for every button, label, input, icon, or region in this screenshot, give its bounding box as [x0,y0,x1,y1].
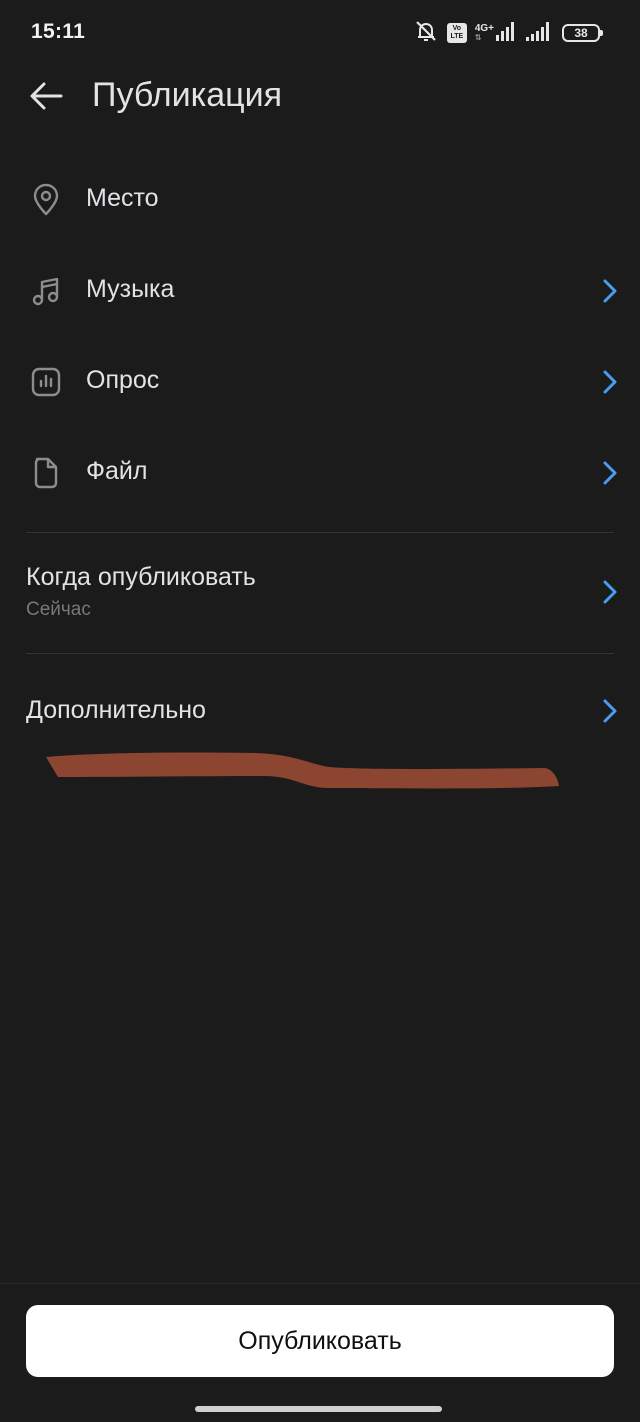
bottom-divider [0,1283,640,1284]
network-type-label: 4G+ ⇅ [474,23,494,43]
advanced-row[interactable]: Дополнительно [0,672,640,752]
option-file-label: Файл [86,457,148,485]
signal-strength-icon-2 [526,21,554,46]
file-icon [26,453,66,493]
chevron-right-icon [602,697,618,725]
volte-badge: Vo LTE [446,23,467,43]
location-pin-icon [26,180,66,220]
header: Публикация [0,66,640,130]
battery-icon: 38 [562,24,603,42]
status-icons: Vo LTE 4G+ ⇅ 38 [413,19,603,48]
option-poll-label: Опрос [86,366,160,394]
back-button[interactable] [24,78,68,118]
status-bar: 15:11 Vo LTE 4G+ ⇅ 38 [0,0,640,66]
schedule-row[interactable]: Когда опубликовать Сейчас [0,552,640,636]
option-place-label: Место [86,184,159,212]
divider [26,653,614,654]
music-note-icon [26,271,66,311]
schedule-value: Сейчас [26,599,91,620]
chevron-right-icon [602,368,618,396]
option-music[interactable]: Музыка [0,251,640,331]
divider [26,532,614,533]
chevron-right-icon [602,277,618,305]
schedule-label: Когда опубликовать [26,563,256,591]
option-file[interactable]: Файл [0,433,640,513]
poll-chart-icon [26,362,66,402]
advanced-label: Дополнительно [26,696,206,724]
chevron-right-icon [602,459,618,487]
home-indicator[interactable] [195,1406,442,1412]
publish-button[interactable]: Опубликовать [26,1305,614,1377]
option-poll[interactable]: Опрос [0,342,640,422]
redaction-mark [46,752,559,789]
signal-strength-icon-1 [496,21,518,46]
page-title: Публикация [92,76,283,114]
chevron-right-icon [602,578,618,606]
option-place[interactable]: Место [0,160,640,240]
back-arrow-icon [29,81,63,116]
status-time: 15:11 [31,20,86,43]
option-music-label: Музыка [86,275,175,303]
muted-bell-icon [413,19,439,48]
